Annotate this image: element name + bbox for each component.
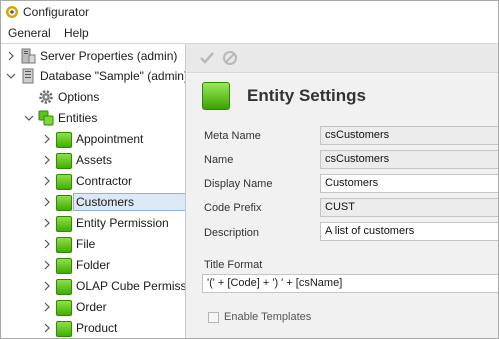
meta-name-field: csCustomers bbox=[320, 126, 498, 145]
configurator-logo-icon bbox=[6, 6, 18, 18]
menu-bar: General Help bbox=[1, 23, 498, 44]
tree-item-order[interactable]: Order bbox=[1, 297, 185, 317]
tree-item-label: Entity Permission bbox=[76, 216, 169, 230]
tree-item-label: Options bbox=[58, 90, 100, 104]
entity-icon bbox=[56, 132, 72, 148]
tree-item-contractor[interactable]: Contractor bbox=[1, 171, 185, 191]
chevron-right-icon[interactable] bbox=[42, 176, 52, 186]
tree-item-label: Customers bbox=[73, 193, 185, 211]
page-title: Entity Settings bbox=[247, 86, 367, 105]
chevron-right-icon[interactable] bbox=[42, 260, 52, 270]
meta-name-label: Meta Name bbox=[204, 130, 261, 142]
tree-item-database[interactable]: Database "Sample" (admin) bbox=[1, 66, 185, 86]
tree-item-server-properties[interactable]: Server Properties (admin) bbox=[1, 46, 185, 66]
configurator-window: Configurator General Help Server Propert… bbox=[0, 0, 499, 339]
title-format-label: Title Format bbox=[204, 259, 263, 271]
chevron-right-icon[interactable] bbox=[42, 197, 52, 207]
entity-icon bbox=[56, 279, 72, 295]
entity-icon bbox=[56, 195, 72, 211]
toolbar bbox=[186, 44, 498, 73]
tree-item-label: Assets bbox=[76, 153, 113, 167]
navigation-tree: Server Properties (admin) Database "Samp… bbox=[1, 44, 186, 338]
tree-item-label: Appointment bbox=[76, 132, 144, 146]
enable-templates-label: Enable Templates bbox=[224, 311, 312, 323]
display-name-label: Display Name bbox=[204, 178, 273, 190]
name-field: csCustomers bbox=[320, 150, 498, 169]
tree-item-file[interactable]: File bbox=[1, 234, 185, 254]
tree-item-customers[interactable]: Customers bbox=[1, 192, 185, 212]
entity-settings-icon bbox=[202, 82, 230, 110]
database-icon bbox=[22, 68, 34, 84]
code-prefix-label: Code Prefix bbox=[204, 202, 262, 214]
tree-item-folder[interactable]: Folder bbox=[1, 255, 185, 275]
chevron-right-icon[interactable] bbox=[42, 239, 52, 249]
window-title: Configurator bbox=[23, 5, 90, 19]
entity-icon bbox=[56, 300, 72, 316]
entity-icon bbox=[56, 153, 72, 169]
tree-item-olap-cube-permission[interactable]: OLAP Cube Permission bbox=[1, 276, 185, 296]
name-label: Name bbox=[204, 154, 234, 166]
code-prefix-field: CUST bbox=[320, 198, 498, 217]
entity-icon bbox=[56, 216, 72, 232]
chevron-right-icon[interactable] bbox=[42, 281, 52, 291]
tree-item-label: Order bbox=[76, 300, 107, 314]
tree-item-label: Folder bbox=[76, 258, 111, 272]
tree-item-entity-permission[interactable]: Entity Permission bbox=[1, 213, 185, 233]
title-bar: Configurator bbox=[1, 1, 498, 23]
tree-item-options[interactable]: Options bbox=[1, 87, 185, 107]
tree-item-product[interactable]: Product bbox=[1, 318, 185, 338]
tree-item-label: Server Properties (admin) bbox=[40, 49, 178, 63]
tree-item-assets[interactable]: Assets bbox=[1, 150, 185, 170]
entities-icon bbox=[38, 110, 54, 126]
server-icon bbox=[21, 48, 36, 64]
menu-general[interactable]: General bbox=[8, 26, 51, 40]
entity-icon bbox=[56, 174, 72, 190]
tree-item-appointment[interactable]: Appointment bbox=[1, 129, 185, 149]
entity-icon bbox=[56, 237, 72, 253]
enable-templates-checkbox[interactable] bbox=[208, 312, 219, 323]
chevron-right-icon[interactable] bbox=[42, 134, 52, 144]
tree-item-label: OLAP Cube Permission bbox=[76, 279, 186, 293]
tree-item-label: Product bbox=[76, 321, 118, 335]
cancel-icon[interactable] bbox=[222, 50, 238, 66]
entity-icon bbox=[56, 321, 72, 337]
chevron-right-icon[interactable] bbox=[42, 155, 52, 165]
entity-settings-panel: Entity Settings Meta Name csCustomers Na… bbox=[186, 44, 498, 338]
description-field[interactable]: A list of customers bbox=[320, 222, 498, 241]
chevron-down-icon[interactable] bbox=[6, 71, 16, 81]
chevron-down-icon[interactable] bbox=[24, 113, 34, 123]
tree-item-label: Entities bbox=[58, 111, 98, 125]
tree-item-label: Contractor bbox=[76, 174, 133, 188]
tree-item-entities[interactable]: Entities bbox=[1, 108, 185, 128]
gear-icon bbox=[39, 90, 53, 104]
display-name-field[interactable]: Customers bbox=[320, 174, 498, 193]
chevron-right-icon[interactable] bbox=[42, 302, 52, 312]
checkmark-icon[interactable] bbox=[199, 50, 215, 66]
tree-item-label: Database "Sample" (admin) bbox=[40, 69, 186, 83]
chevron-right-icon[interactable] bbox=[42, 218, 52, 228]
menu-help[interactable]: Help bbox=[64, 26, 89, 40]
chevron-right-icon[interactable] bbox=[6, 51, 16, 61]
chevron-right-icon[interactable] bbox=[42, 323, 52, 333]
entity-icon bbox=[56, 258, 72, 274]
description-label: Description bbox=[204, 227, 260, 239]
title-format-field[interactable]: '(' + [Code] + ') ' + [csName] bbox=[202, 274, 498, 293]
tree-item-label: File bbox=[76, 237, 96, 251]
